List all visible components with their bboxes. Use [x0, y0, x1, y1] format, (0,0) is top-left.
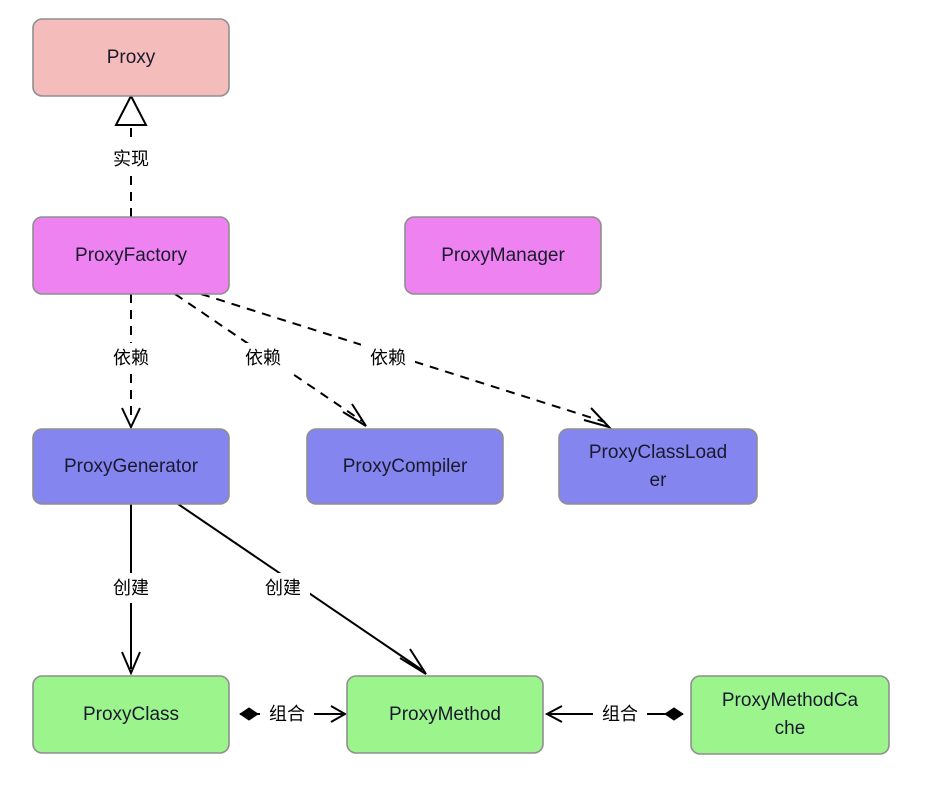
hollow-triangle-icon — [114, 93, 148, 126]
node-proxy-class-loader[interactable]: ProxyClassLoad er — [558, 428, 758, 505]
edge-label-text: 依赖 — [370, 348, 406, 368]
edge-label-create-method: 创建 — [256, 573, 310, 603]
node-proxy-factory-label: ProxyFactory — [75, 245, 187, 266]
node-proxy-class-loader-label-line1: ProxyClassLoad — [589, 442, 727, 463]
node-proxy-method-cache-box[interactable] — [690, 675, 890, 755]
node-proxy-class-label: ProxyClass — [83, 704, 179, 725]
node-proxy-class-loader-box[interactable] — [558, 428, 758, 505]
edge-label-realize: 实现 — [104, 144, 158, 174]
edge-label-dep-compiler: 依赖 — [236, 343, 290, 373]
node-proxy-method-cache-label-line2: che — [775, 718, 806, 739]
edge-label-create-class: 创建 — [104, 573, 158, 603]
edge-label-text: 组合 — [602, 704, 638, 724]
node-proxy-manager[interactable]: ProxyManager — [404, 216, 602, 295]
edge-label-text: 创建 — [113, 578, 149, 598]
diagram-canvas: 实现 依赖 依赖 依赖 创建 创建 组合 组合 Proxy ProxyFacto… — [32, 18, 890, 755]
edge-label-compose-class-method: 组合 — [260, 699, 314, 729]
edge-label-text: 组合 — [269, 704, 305, 724]
edge-layer — [114, 93, 684, 723]
node-proxy[interactable]: Proxy — [32, 18, 230, 97]
node-proxy-factory[interactable]: ProxyFactory — [32, 216, 230, 295]
edge-label-compose-cache-method: 组合 — [593, 699, 647, 729]
edge-label-dep-generator: 依赖 — [104, 343, 158, 373]
edge-label-text: 实现 — [113, 149, 149, 169]
node-layer: Proxy ProxyFactory ProxyManager ProxyGen… — [32, 18, 890, 755]
edge-label-text: 依赖 — [245, 348, 281, 368]
node-proxy-class[interactable]: ProxyClass — [32, 675, 230, 754]
node-proxy-label: Proxy — [107, 47, 156, 68]
node-proxy-method-cache[interactable]: ProxyMethodCa che — [690, 675, 890, 755]
node-proxy-class-loader-label-line2: er — [650, 470, 668, 491]
node-proxy-method-label: ProxyMethod — [389, 704, 501, 725]
edge-label-text: 创建 — [265, 578, 301, 598]
open-arrow-icon — [399, 648, 427, 675]
node-proxy-method[interactable]: ProxyMethod — [346, 675, 544, 754]
filled-diamond-icon — [664, 707, 684, 721]
filled-diamond-icon — [239, 707, 259, 721]
node-proxy-generator-label: ProxyGenerator — [64, 456, 199, 477]
uml-class-diagram: 实现 依赖 依赖 依赖 创建 创建 组合 组合 Proxy ProxyFacto… — [0, 0, 952, 788]
edge-label-dep-classloader: 依赖 — [361, 343, 415, 373]
node-proxy-compiler[interactable]: ProxyCompiler — [306, 428, 504, 505]
node-proxy-method-cache-label-line1: ProxyMethodCa — [722, 690, 859, 711]
node-proxy-manager-label: ProxyManager — [441, 245, 565, 266]
node-proxy-compiler-label: ProxyCompiler — [343, 456, 468, 477]
edge-label-text: 依赖 — [113, 348, 149, 368]
node-proxy-generator[interactable]: ProxyGenerator — [32, 428, 230, 505]
